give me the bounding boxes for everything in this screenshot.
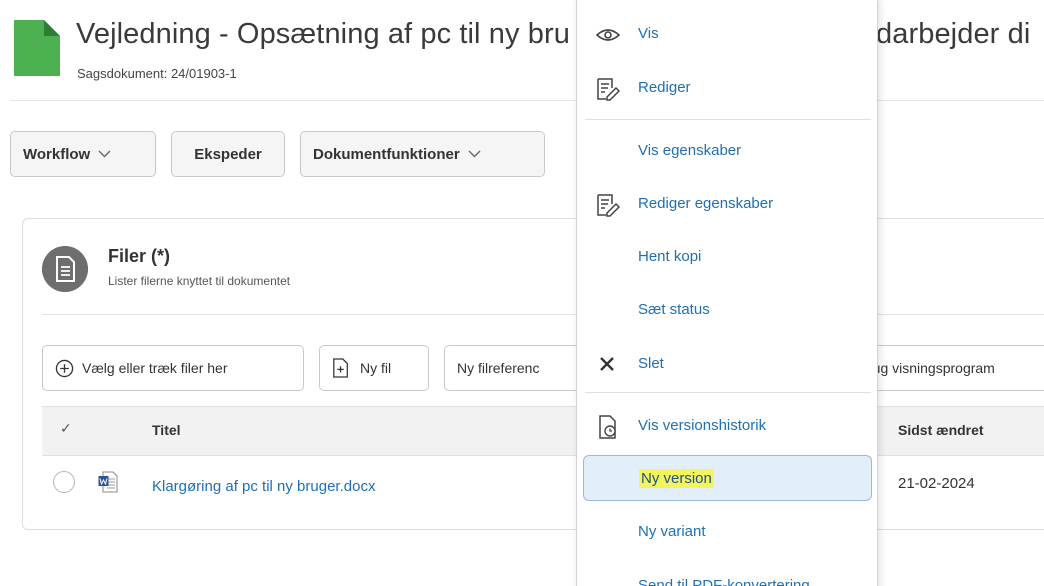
- workflow-button-label: Workflow: [23, 145, 91, 163]
- menu-item-saet-status[interactable]: Sæt status: [577, 291, 877, 331]
- menu-item-ny-variant[interactable]: Ny variant: [577, 513, 877, 553]
- menu-item-label: Rediger egenskaber: [638, 195, 774, 212]
- column-header-title[interactable]: Titel: [152, 422, 181, 438]
- menu-item-label: Ny variant: [638, 523, 706, 540]
- menu-item-label: Sæt status: [638, 301, 710, 318]
- choose-files-label: Vælg eller træk filer her: [82, 360, 228, 376]
- menu-item-label: Vis versionshistorik: [638, 417, 767, 434]
- menu-item-vis[interactable]: Vis: [577, 15, 877, 55]
- new-file-label: Ny fil: [360, 360, 392, 376]
- case-document-number: Sagsdokument: 24/01903-1: [77, 66, 237, 81]
- menu-item-rediger-egenskaber[interactable]: Rediger egenskaber: [577, 185, 877, 225]
- menu-separator: [585, 119, 871, 120]
- menu-item-rediger[interactable]: Rediger: [577, 69, 877, 109]
- plus-circle-icon: [55, 359, 74, 377]
- menu-item-hent-kopi[interactable]: Hent kopi: [577, 238, 877, 278]
- menu-item-send-til-pdf[interactable]: Send til PDF-konvertering: [577, 567, 877, 586]
- file-last-changed: 21-02-2024: [898, 475, 975, 492]
- page-title-continued: darbejder di: [876, 18, 1031, 50]
- page: Vejledning - Opsætning af pc til ny bru …: [0, 0, 1044, 586]
- menu-item-vis-versionshistorik[interactable]: Vis versionshistorik: [577, 407, 877, 447]
- file-document-icon: [42, 246, 88, 292]
- dokumentfunktioner-button[interactable]: Dokumentfunktioner: [300, 131, 545, 177]
- menu-item-label: Send til PDF-konvertering: [638, 577, 810, 586]
- new-file-reference-label: Ny filreferenc: [457, 360, 540, 376]
- menu-item-label: Slet: [638, 355, 664, 372]
- file-history-icon: [599, 415, 616, 439]
- new-file-icon: [333, 358, 348, 378]
- choose-files-button[interactable]: Vælg eller træk filer her: [42, 345, 304, 391]
- menu-separator: [585, 392, 871, 393]
- document-icon: [14, 20, 60, 76]
- edit-list-icon: [597, 194, 621, 217]
- menu-item-label: Rediger: [638, 79, 691, 96]
- workflow-button[interactable]: Workflow: [10, 131, 156, 177]
- files-panel-subtitle: Lister filerne knyttet til dokumentet: [108, 274, 291, 288]
- chevron-down-icon: [98, 150, 111, 158]
- ekspeder-button-label: Ekspeder: [194, 145, 262, 163]
- files-panel-title: Filer (*): [108, 246, 171, 266]
- file-title-link[interactable]: Klargøring af pc til ny bruger.docx: [152, 478, 375, 495]
- context-menu: Vis Rediger Vis egenskaber Rediger egens…: [576, 0, 878, 586]
- edit-list-icon: [597, 78, 621, 101]
- select-all-checkmark[interactable]: ✓: [60, 420, 72, 437]
- chevron-down-icon: [468, 150, 481, 158]
- menu-item-label: Vis: [638, 25, 659, 42]
- column-header-last-changed[interactable]: Sidst ændret: [898, 422, 984, 438]
- word-document-icon: [98, 471, 118, 493]
- menu-item-label: Hent kopi: [638, 248, 702, 265]
- menu-item-slet[interactable]: Slet: [577, 345, 877, 385]
- header-divider: [10, 100, 1044, 101]
- menu-item-label: Vis egenskaber: [638, 142, 742, 159]
- menu-item-label: Ny version: [639, 469, 714, 488]
- menu-item-ny-version[interactable]: Ny version: [583, 455, 872, 501]
- ekspeder-button[interactable]: Ekspeder: [171, 131, 285, 177]
- new-file-button[interactable]: Ny fil: [319, 345, 429, 391]
- new-file-reference-button[interactable]: Ny filreferenc: [444, 345, 584, 391]
- files-table-header: [42, 406, 1044, 456]
- use-viewer-button[interactable]: rug visningsprogram: [868, 345, 1044, 391]
- menu-item-vis-egenskaber[interactable]: Vis egenskaber: [577, 132, 877, 172]
- files-panel-divider: [42, 314, 1044, 315]
- page-title: Vejledning - Opsætning af pc til ny bru: [76, 18, 570, 50]
- dokumentfunktioner-button-label: Dokumentfunktioner: [313, 145, 460, 163]
- close-icon: [600, 357, 614, 371]
- row-checkbox[interactable]: [53, 471, 75, 493]
- eye-icon: [595, 29, 621, 41]
- use-viewer-label: rug visningsprogram: [868, 360, 995, 376]
